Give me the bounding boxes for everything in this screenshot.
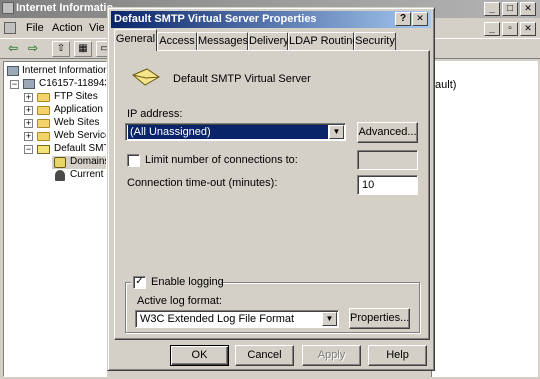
- help-question-button[interactable]: ?: [395, 12, 411, 26]
- expand-icon[interactable]: +: [24, 119, 33, 128]
- iis-app-icon: [2, 2, 14, 14]
- tree-item-label: Web Sites: [54, 117, 100, 128]
- enable-logging-checkbox[interactable]: ✓: [133, 276, 146, 289]
- smtp-server-envelope-icon: [132, 68, 160, 86]
- folder-icon: [37, 93, 50, 102]
- ip-address-dropdown[interactable]: (All Unassigned) ▼: [125, 123, 346, 141]
- tree-item-label: C16157-118943: [39, 78, 107, 89]
- folder-icon: [37, 119, 50, 128]
- timeout-input[interactable]: 10: [357, 175, 418, 195]
- ip-address-label: IP address:: [127, 108, 183, 120]
- dialog-titlebar[interactable]: Default SMTP Virtual Server Properties ?…: [111, 11, 431, 28]
- collapse-icon[interactable]: −: [24, 145, 33, 154]
- tree-item-label: Application P: [54, 104, 107, 115]
- help-button[interactable]: Help: [368, 345, 427, 366]
- server-name: Default SMTP Virtual Server: [173, 73, 311, 85]
- details-pane: fault): [431, 61, 538, 377]
- child-minimize-button[interactable]: _: [484, 22, 500, 36]
- tree-item-domains[interactable]: Domains: [52, 156, 107, 169]
- tree-item-web-service-extensions[interactable]: + Web Service: [4, 130, 107, 143]
- tree-item-root[interactable]: Internet Information: [4, 65, 107, 78]
- tab-delivery[interactable]: Delivery: [248, 32, 289, 50]
- cancel-button[interactable]: Cancel: [235, 345, 294, 366]
- sessions-user-icon: [55, 170, 65, 181]
- details-pane-text: fault): [432, 79, 457, 91]
- smtp-envelope-icon: [37, 145, 50, 154]
- tree-item-default-smtp[interactable]: − Default SMTI: [4, 143, 107, 156]
- folder-icon: [37, 106, 50, 115]
- back-arrow-icon[interactable]: ⇦: [4, 41, 22, 57]
- tree-item-label: FTP Sites: [54, 91, 98, 102]
- tree-item-current-sessions[interactable]: Current: [52, 169, 106, 182]
- close-button[interactable]: ✕: [520, 2, 536, 16]
- console-tree: Internet Information − C16157-118943 + F…: [3, 61, 107, 377]
- general-tab-panel: Default SMTP Virtual Server IP address: …: [114, 50, 430, 340]
- iis-manager-title: Internet Informatio: [16, 2, 114, 14]
- child-restore-button[interactable]: ▫: [502, 22, 518, 36]
- tree-item-application-pools[interactable]: + Application P: [4, 104, 107, 117]
- minimize-button[interactable]: _: [484, 2, 500, 16]
- log-format-dropdown[interactable]: W3C Extended Log File Format ▼: [135, 310, 339, 328]
- log-properties-button[interactable]: Properties...: [349, 308, 410, 329]
- ip-address-value: (All Unassigned): [128, 125, 328, 139]
- expand-icon[interactable]: +: [24, 93, 33, 102]
- tab-general[interactable]: General: [114, 29, 157, 51]
- tab-messages[interactable]: Messages: [197, 32, 248, 50]
- timeout-label: Connection time-out (minutes):: [127, 177, 278, 189]
- advanced-button[interactable]: Advanced...: [357, 122, 418, 143]
- folder-icon: [37, 132, 50, 141]
- computer-icon: [23, 79, 35, 89]
- up-folder-icon[interactable]: ⇧: [52, 41, 70, 57]
- tree-item-label: Web Service: [54, 130, 107, 141]
- dialog-close-button[interactable]: ✕: [412, 12, 428, 26]
- collapse-icon[interactable]: −: [10, 80, 19, 89]
- console-icon[interactable]: [4, 22, 16, 34]
- menu-view[interactable]: View: [89, 22, 104, 34]
- tree-item-web-sites[interactable]: + Web Sites: [4, 117, 106, 130]
- limit-connections-checkbox[interactable]: [127, 154, 140, 167]
- dialog-title: Default SMTP Virtual Server Properties: [114, 13, 317, 25]
- domains-icon: [54, 157, 66, 168]
- tree-item-label: Current: [70, 169, 104, 180]
- limit-connections-label: Limit number of connections to:: [145, 154, 298, 166]
- apply-button[interactable]: Apply: [302, 345, 361, 366]
- smtp-properties-dialog: Default SMTP Virtual Server Properties ?…: [107, 7, 435, 371]
- tab-security[interactable]: Security: [354, 32, 396, 50]
- iis-icon: [7, 66, 19, 76]
- dropdown-arrow-icon[interactable]: ▼: [329, 125, 344, 139]
- tree-item-label: Default SMTI: [54, 143, 107, 154]
- tab-strip: General Access Messages Delivery LDAP Ro…: [114, 29, 430, 51]
- enable-logging-row: ✓ Enable logging: [131, 275, 224, 290]
- tree-item-server[interactable]: − C16157-118943: [4, 78, 107, 91]
- tab-access[interactable]: Access: [157, 32, 197, 50]
- tree-item-label: Domains: [70, 156, 107, 167]
- tree-item-label: Internet Information: [22, 65, 107, 76]
- menu-action[interactable]: Action: [52, 22, 83, 34]
- expand-icon[interactable]: +: [24, 132, 33, 141]
- tree-item-ftp-sites[interactable]: + FTP Sites: [4, 91, 106, 104]
- maximize-button[interactable]: □: [502, 2, 518, 16]
- dropdown-arrow-icon[interactable]: ▼: [322, 312, 337, 326]
- log-format-label: Active log format:: [137, 295, 222, 307]
- forward-arrow-icon[interactable]: ⇨: [24, 41, 42, 57]
- expand-icon[interactable]: +: [24, 106, 33, 115]
- child-close-button[interactable]: ✕: [520, 22, 536, 36]
- ok-button[interactable]: OK: [170, 345, 229, 366]
- show-tree-icon[interactable]: ▦: [74, 41, 92, 57]
- tab-ldap-routing[interactable]: LDAP Routing: [288, 32, 359, 50]
- enable-logging-label: Enable logging: [151, 276, 224, 288]
- menu-file[interactable]: File: [26, 22, 44, 34]
- limit-connections-input[interactable]: [357, 150, 418, 170]
- log-format-value: W3C Extended Log File Format: [140, 313, 295, 325]
